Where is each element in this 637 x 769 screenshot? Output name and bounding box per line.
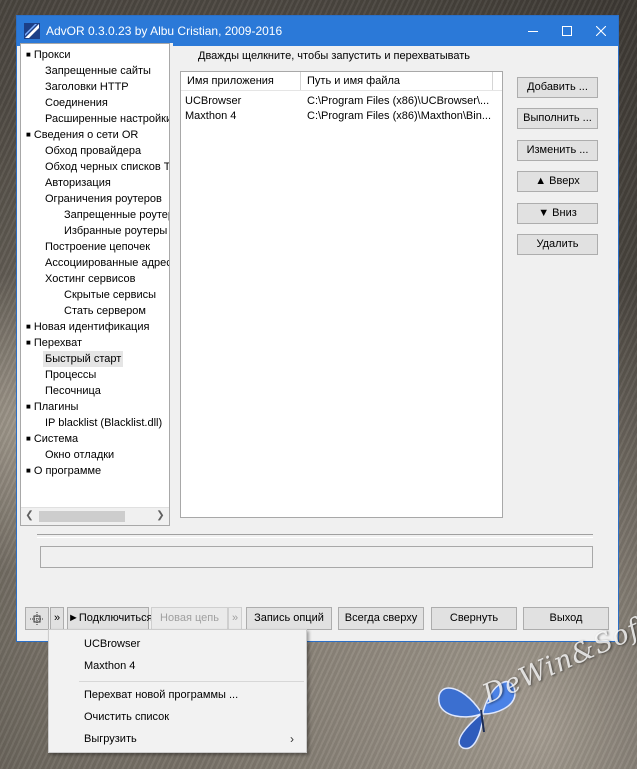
tree-item[interactable]: Процессы (45, 367, 96, 383)
tray-icon-button[interactable] (25, 607, 49, 630)
scroll-left-icon[interactable]: ❮ (21, 508, 38, 525)
tree-item[interactable]: Построение цепочек (45, 239, 150, 255)
move-down-button[interactable]: ▼ Вниз (517, 203, 598, 224)
menu-item-maxthon[interactable]: Maxthon 4 (49, 656, 306, 676)
tree-item[interactable]: Плагины (26, 399, 79, 415)
app-name-cell: UCBrowser (185, 95, 242, 107)
expand-chevron-button[interactable]: » (50, 607, 64, 630)
menu-item-label: Выгрузить (84, 733, 137, 745)
list-item[interactable]: UCBrowser C:\Program Files (x86)\UCBrows… (181, 94, 502, 109)
tree-item[interactable]: Запрещенные роутеры (64, 207, 169, 223)
save-options-button[interactable]: Запись опций (246, 607, 332, 630)
tree-item[interactable]: Заголовки HTTP (45, 79, 129, 95)
settings-tree[interactable]: Прокси Запрещенные сайты Заголовки HTTP … (20, 43, 170, 526)
menu-item-ucbrowser[interactable]: UCBrowser (49, 634, 306, 654)
tree-item[interactable]: IP blacklist (Blacklist.dll) (45, 415, 162, 431)
connect-button[interactable]: ►Подключиться (67, 607, 153, 630)
list-item[interactable]: Maxthon 4 C:\Program Files (x86)\Maxthon… (181, 109, 502, 124)
exit-button[interactable]: Выход (523, 607, 609, 630)
tree-item[interactable]: Перехват (26, 335, 82, 351)
network-icon (30, 612, 44, 626)
delete-button[interactable]: Удалить (517, 234, 598, 255)
minimize-app-button[interactable]: Свернуть (431, 607, 517, 630)
tree-item[interactable]: Новая идентификация (26, 319, 150, 335)
tree-item[interactable]: Соединения (45, 95, 108, 111)
close-window-button[interactable] (584, 16, 618, 46)
tree-item[interactable]: Скрытые сервисы (64, 287, 156, 303)
scrollbar-thumb[interactable] (39, 511, 125, 522)
applications-list[interactable]: Имя приложения Путь и имя файла UCBrowse… (180, 71, 503, 518)
tree-item[interactable]: Авторизация (45, 175, 111, 191)
column-header-app-name[interactable]: Имя приложения (181, 72, 301, 90)
app-path-cell: C:\Program Files (x86)\Maxthon\Bin... (307, 110, 492, 122)
submenu-arrow-icon: › (290, 732, 294, 746)
status-field (40, 546, 593, 568)
tree-item[interactable]: Окно отладки (45, 447, 114, 463)
main-window: AdvOR 0.3.0.23 by Albu Cristian, 2009-20… (16, 15, 619, 642)
maximize-window-button[interactable] (550, 16, 584, 46)
tree-item[interactable]: Система (26, 431, 78, 447)
column-header-path[interactable]: Путь и имя файла (301, 72, 493, 90)
list-header: Имя приложения Путь и имя файла (181, 72, 502, 91)
tree-item[interactable]: Стать сервером (64, 303, 146, 319)
minimize-window-button[interactable] (516, 16, 550, 46)
context-menu: UCBrowser Maxthon 4 Перехват новой прогр… (48, 629, 307, 753)
tree-item[interactable]: Ограничения роутеров (45, 191, 162, 207)
divider (37, 534, 593, 538)
menu-item-label: Перехват новой программы ... (84, 689, 239, 701)
panel-hint-text: Дважды щелкните, чтобы запустить и перех… (198, 50, 471, 62)
new-chain-button[interactable]: Новая цепь (151, 607, 228, 630)
tree-item[interactable]: Избранные роутеры (64, 223, 167, 239)
app-name-cell: Maxthon 4 (185, 110, 237, 122)
tree-item[interactable]: Расширенные настройки (45, 111, 169, 127)
menu-item-clear-list[interactable]: Очистить список (49, 707, 306, 727)
title-bar[interactable]: AdvOR 0.3.0.23 by Albu Cristian, 2009-20… (17, 16, 618, 46)
tree-item[interactable]: Запрещенные сайты (45, 63, 151, 79)
app-path-cell: C:\Program Files (x86)\UCBrowser\... (307, 95, 490, 107)
run-button[interactable]: Выполнить ... (517, 108, 598, 129)
menu-separator (79, 681, 304, 682)
close-icon (596, 26, 606, 36)
window-title: AdvOR 0.3.0.23 by Albu Cristian, 2009-20… (46, 24, 283, 38)
add-button[interactable]: Добавить ... (517, 77, 598, 98)
new-chain-chevron-button[interactable]: » (228, 607, 242, 630)
menu-item-unload[interactable]: Выгрузить › (49, 729, 306, 749)
tree-item[interactable]: О программе (26, 463, 101, 479)
always-on-top-button[interactable]: Всегда сверху (338, 607, 424, 630)
tree-item[interactable]: Песочница (45, 383, 101, 399)
tree-item-selected[interactable]: Быстрый старт (43, 351, 124, 367)
menu-item-intercept-new[interactable]: Перехват новой программы ... (49, 685, 306, 705)
tree-item[interactable]: Сведения о сети OR (26, 127, 138, 143)
menu-item-label: Очистить список (84, 711, 170, 723)
menu-item-label: UCBrowser (84, 638, 141, 650)
maximize-icon (562, 26, 572, 36)
tree-item[interactable]: Хостинг сервисов (45, 271, 135, 287)
advor-logo-icon (24, 23, 40, 39)
scroll-right-icon[interactable]: ❯ (152, 508, 169, 525)
menu-item-label: Maxthon 4 (84, 660, 136, 672)
splitter[interactable] (170, 43, 173, 526)
edit-button[interactable]: Изменить ... (517, 140, 598, 161)
tree-item[interactable]: Обход провайдера (45, 143, 141, 159)
move-up-button[interactable]: ▲ Вверх (517, 171, 598, 192)
tree-item[interactable]: Ассоциированные адрес (45, 255, 169, 271)
tree-item[interactable]: Обход черных списков Т (45, 159, 169, 175)
tree-item[interactable]: Прокси (26, 47, 71, 63)
tree-horizontal-scrollbar[interactable]: ❮ ❯ (21, 507, 169, 525)
minimize-icon (528, 31, 538, 32)
